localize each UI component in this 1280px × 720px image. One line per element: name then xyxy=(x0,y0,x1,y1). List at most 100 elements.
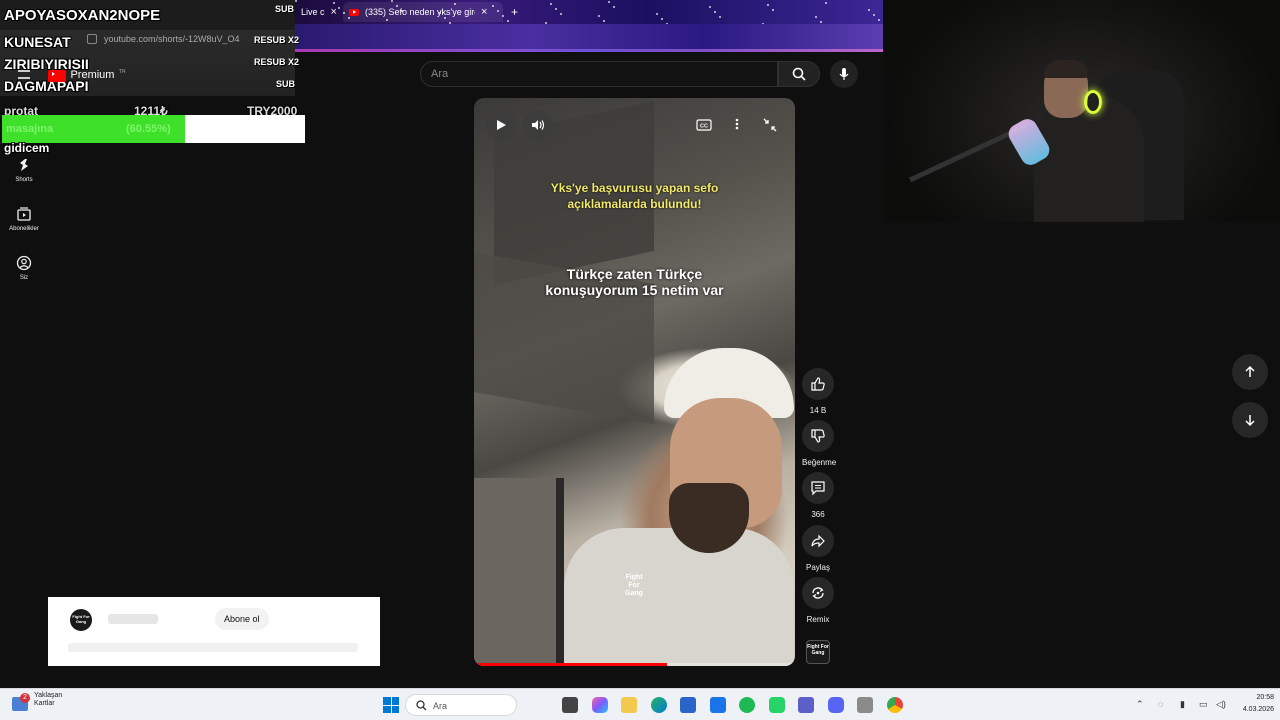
share-label: Paylaş xyxy=(805,563,830,572)
star-decoration xyxy=(873,14,875,16)
tray-app-icon[interactable]: ◌ xyxy=(1158,699,1163,709)
premium-label: Premium xyxy=(70,69,115,81)
star-decoration xyxy=(444,17,446,19)
next-video-button[interactable] xyxy=(1232,402,1268,438)
star-decoration xyxy=(772,9,774,11)
star-decoration xyxy=(396,5,398,7)
collapse-icon xyxy=(763,118,777,132)
url-text[interactable]: youtube.com/shorts/-12W8uV_O4 xyxy=(104,34,240,44)
search-icon xyxy=(792,67,806,81)
youtube-logo-icon xyxy=(48,70,66,82)
voice-search-button[interactable] xyxy=(830,60,858,88)
star-decoration xyxy=(714,11,716,13)
remix-button[interactable]: Remix xyxy=(802,577,834,624)
sidebar-item-shorts[interactable]: Shorts xyxy=(0,157,48,183)
star-decoration xyxy=(507,20,509,22)
close-icon[interactable]: × xyxy=(481,6,487,18)
tray-overflow-icon[interactable]: ⌃ xyxy=(1136,699,1144,710)
microphone-icon[interactable]: ▮ xyxy=(1180,699,1185,710)
weather-widget-text[interactable]: Yaklaşan Kartlar xyxy=(34,692,62,708)
star-decoration xyxy=(401,10,403,12)
star-decoration xyxy=(767,4,769,6)
like-button[interactable]: 14 B xyxy=(802,368,834,415)
star-decoration xyxy=(454,3,456,5)
captions-button[interactable]: CC xyxy=(696,118,712,136)
network-icon[interactable]: ▭ xyxy=(1199,699,1208,710)
file-explorer-icon[interactable] xyxy=(621,697,637,713)
time: 20:58 xyxy=(1256,694,1274,701)
channel-avatar[interactable]: Fight For Gang xyxy=(70,609,92,631)
task-view-icon[interactable] xyxy=(562,697,578,713)
app-icon[interactable] xyxy=(857,697,873,713)
volume-icon[interactable]: ◁) xyxy=(1216,699,1226,710)
video-caption-top: Yks'ye başvurusu yapan sefo açıklamalard… xyxy=(550,181,719,211)
star-decoration xyxy=(439,12,441,14)
spotify-icon[interactable] xyxy=(739,697,755,713)
overlay-name: APOYASOXAN2NOPE xyxy=(4,7,161,24)
channel-avatar[interactable]: Fight For Gang xyxy=(806,640,830,664)
star-decoration xyxy=(497,10,499,12)
weather-line: Yaklaşan xyxy=(34,692,63,699)
mail-icon[interactable] xyxy=(710,697,726,713)
share-button[interactable]: Paylaş xyxy=(802,525,834,572)
captions-icon: CC xyxy=(696,119,712,131)
taskbar-clock[interactable]: 20:58 4.03.2026 xyxy=(1234,692,1274,716)
overlay-name: KUNESAT xyxy=(4,34,71,50)
previous-video-button[interactable] xyxy=(1232,354,1268,390)
browser-tab-strip: Live c × (335) Sefo neden yks'ye girece … xyxy=(295,0,883,24)
whatsapp-icon[interactable] xyxy=(769,697,785,713)
youtube-premium-logo[interactable]: Premium TR xyxy=(48,69,126,87)
start-button[interactable] xyxy=(383,697,399,713)
remix-icon xyxy=(812,587,824,599)
new-tab-button[interactable]: + xyxy=(505,2,524,22)
menu-icon[interactable] xyxy=(18,70,30,79)
close-icon[interactable]: × xyxy=(331,6,337,18)
sidebar-item-subscriptions[interactable]: Abonelikler xyxy=(0,206,48,232)
donation-goal-bar: masajına (60.55%) xyxy=(2,115,305,143)
star-decoration xyxy=(815,16,817,18)
microphone-icon xyxy=(839,68,849,80)
shorts-video-player[interactable]: Fight For Gang CC Yks'ye başvurusu yapan… xyxy=(474,98,795,666)
play-button[interactable] xyxy=(486,110,516,140)
star-decoration xyxy=(820,21,822,23)
dislike-button[interactable]: Beğenme xyxy=(802,420,836,467)
shorts-icon xyxy=(20,159,28,171)
star-decoration xyxy=(343,12,345,14)
volume-button[interactable] xyxy=(523,110,553,140)
star-decoration xyxy=(603,20,605,22)
weather-line: Kartlar xyxy=(34,700,55,707)
star-decoration xyxy=(492,5,494,7)
star-decoration xyxy=(386,19,388,21)
dislike-icon xyxy=(811,429,825,443)
blurred-description xyxy=(68,643,358,652)
store-icon[interactable] xyxy=(680,697,696,713)
copilot-icon[interactable] xyxy=(592,697,608,713)
shirt-logo: Fight For Gang xyxy=(625,574,643,597)
fullscreen-button[interactable] xyxy=(763,118,777,137)
subscriptions-icon xyxy=(17,207,31,221)
taskbar-search[interactable]: Ara xyxy=(405,694,517,716)
star-decoration xyxy=(348,17,350,19)
comments-button[interactable]: 366 xyxy=(802,472,834,519)
discord-icon[interactable] xyxy=(828,697,844,713)
site-info-icon[interactable] xyxy=(87,34,97,44)
browser-tab-active[interactable]: (335) Sefo neden yks'ye girece × xyxy=(343,2,503,22)
comment-count: 366 xyxy=(811,510,825,519)
like-count: 14 B xyxy=(809,406,827,415)
teams-icon[interactable] xyxy=(798,697,814,713)
star-decoration xyxy=(613,6,615,8)
subscribe-button[interactable]: Abone ol xyxy=(215,608,269,630)
star-decoration xyxy=(719,16,721,18)
overlay-footer-text: gidicem xyxy=(4,141,50,155)
star-decoration xyxy=(391,0,393,2)
sidebar-item-you[interactable]: Siz xyxy=(0,255,48,281)
search-input[interactable]: Ara xyxy=(420,61,778,87)
search-button[interactable] xyxy=(778,61,820,87)
edge-icon[interactable] xyxy=(651,697,667,713)
video-progress-bar[interactable] xyxy=(474,663,795,666)
like-icon xyxy=(811,377,825,391)
chrome-icon[interactable] xyxy=(887,697,903,713)
overlay-tag: SUB xyxy=(276,79,296,89)
streamer-hair xyxy=(1044,60,1088,78)
more-options-button[interactable] xyxy=(734,117,740,136)
